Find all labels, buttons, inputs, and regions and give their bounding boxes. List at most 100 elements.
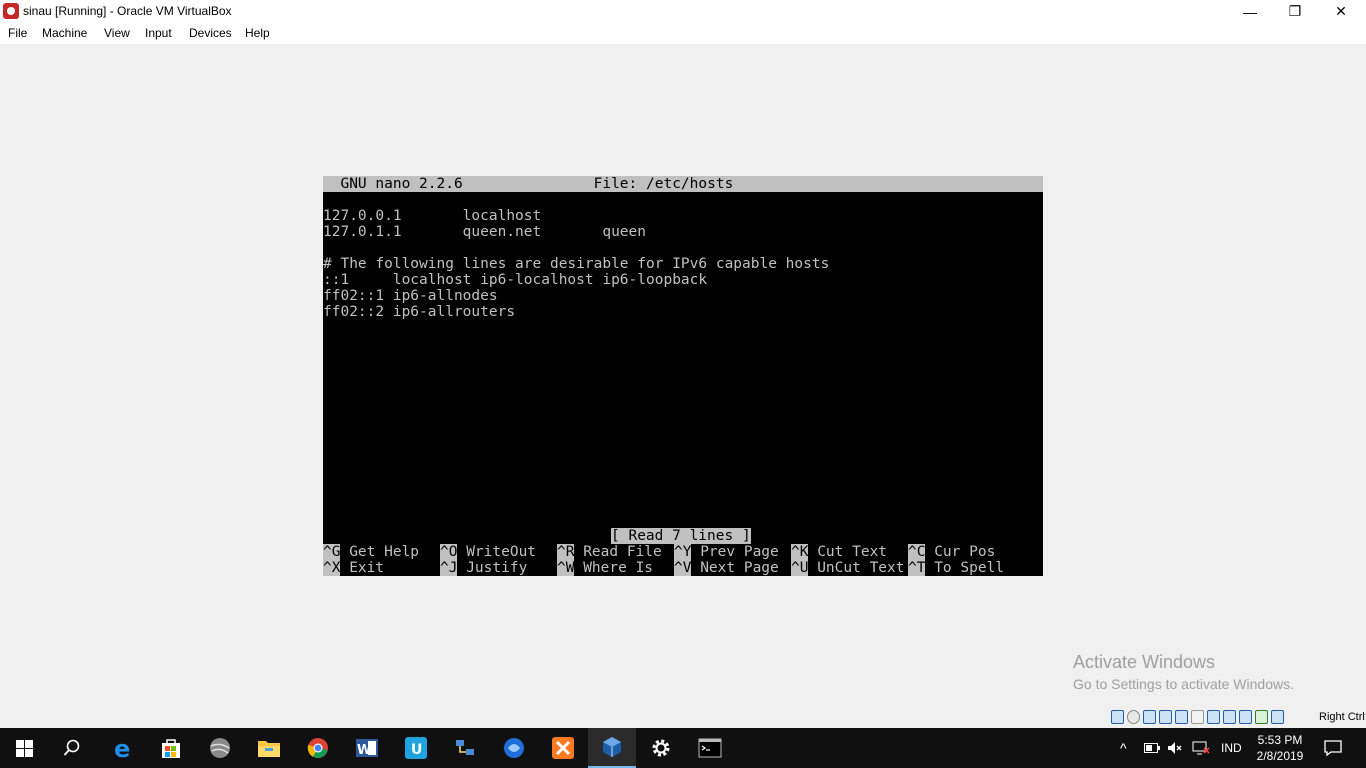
svg-text:U: U	[411, 742, 422, 758]
start-button[interactable]	[0, 728, 48, 768]
svg-text:e: e	[114, 736, 130, 760]
windows-logo-icon	[15, 739, 33, 757]
taskbar-edge[interactable]: e	[99, 728, 147, 768]
window-title: sinau [Running] - Oracle VM VirtualBox	[23, 4, 232, 18]
shortcut-cur-pos: ^C Cur Pos	[908, 544, 996, 560]
file-line: # The following lines are desirable for …	[323, 256, 830, 272]
search-icon	[63, 739, 80, 756]
taskbar-app-8[interactable]: U	[392, 728, 440, 768]
shortcut-uncut-text: ^U UnCut Text	[791, 560, 905, 576]
shortcut-read-file: ^R Read File	[557, 544, 662, 560]
volume-tray[interactable]	[1167, 728, 1183, 768]
close-button[interactable]: ✕	[1318, 0, 1364, 23]
menu-file[interactable]: File	[8, 26, 27, 40]
display-icon[interactable]	[1207, 710, 1220, 724]
taskbar-virtualbox[interactable]	[588, 728, 636, 768]
activate-windows-subtitle: Go to Settings to activate Windows.	[1073, 676, 1294, 692]
mouse-integration-icon[interactable]	[1255, 710, 1268, 724]
chrome-icon	[307, 738, 328, 758]
video-capture-icon[interactable]	[1223, 710, 1236, 724]
xampp-icon	[552, 737, 574, 759]
nano-shortcuts-row-2: ^X Exit ^J Justify ^W Where Is ^V Next P…	[323, 560, 1043, 576]
show-hidden-icons-button[interactable]: ^	[1120, 728, 1127, 768]
search-button[interactable]	[48, 728, 96, 768]
network-app-icon	[456, 740, 474, 755]
virtualbox-icon	[603, 737, 621, 757]
gear-icon	[652, 739, 670, 757]
usb-icon[interactable]	[1175, 710, 1188, 724]
action-center-button[interactable]	[1324, 728, 1342, 768]
chevron-up-icon: ^	[1120, 740, 1127, 756]
hdd-icon[interactable]	[1111, 710, 1124, 724]
taskbar-xampp[interactable]	[539, 728, 587, 768]
shared-folder-icon[interactable]	[1191, 710, 1204, 724]
shortcut-prev-page: ^Y Prev Page	[674, 544, 779, 560]
svg-text:W: W	[357, 743, 371, 758]
file-line	[323, 192, 1043, 208]
nano-shortcuts-row-1: ^G Get Help ^O WriteOut ^R Read File ^Y …	[323, 544, 1043, 560]
activate-windows-title: Activate Windows	[1073, 652, 1216, 672]
taskbar-clock[interactable]: 5:53 PM 2/8/2019	[1252, 732, 1308, 764]
file-line: 127.0.1.1 queen.net queen	[323, 224, 647, 240]
clock-date: 2/8/2019	[1256, 749, 1304, 763]
browser-app-icon	[504, 738, 524, 758]
taskbar-file-explorer[interactable]	[245, 728, 293, 768]
file-line: ff02::2 ip6-allrouters	[323, 304, 516, 320]
vm-status-bar: Right Ctrl	[0, 708, 1366, 728]
network-disconnected-icon	[1192, 741, 1210, 755]
file-line	[323, 240, 1043, 256]
shortcut-justify: ^J Justify	[440, 560, 528, 576]
shortcut-next-page: ^V Next Page	[674, 560, 779, 576]
blue-u-app-icon: U	[405, 737, 427, 759]
vm-screen-terminal[interactable]: GNU nano 2.2.6 File: /etc/hosts 127.0.0.…	[323, 176, 1043, 576]
taskbar-app-10[interactable]	[490, 728, 538, 768]
minimize-button[interactable]: —	[1227, 0, 1273, 23]
taskbar-chrome[interactable]	[294, 728, 342, 768]
virtualbox-app-icon	[3, 3, 19, 19]
shortcut-to-spell: ^T To Spell	[908, 560, 1005, 576]
shortcut-get-help: ^G Get Help	[323, 544, 420, 560]
keyboard-capture-icon[interactable]	[1271, 710, 1284, 724]
word-icon: W	[356, 739, 378, 758]
volume-muted-icon	[1168, 742, 1182, 754]
file-line: ff02::1 ip6-allnodes	[323, 288, 498, 304]
audio-icon[interactable]	[1143, 710, 1156, 724]
store-icon	[162, 739, 180, 758]
host-key-label: Right Ctrl	[1319, 711, 1365, 723]
notification-icon	[1324, 740, 1342, 756]
restore-button[interactable]: ❐	[1272, 0, 1318, 23]
shortcut-where-is: ^W Where Is	[557, 560, 654, 576]
network-tray[interactable]	[1192, 728, 1210, 768]
menu-devices[interactable]: Devices	[189, 26, 232, 40]
globe-app-icon	[210, 738, 230, 758]
battery-icon	[1144, 743, 1160, 753]
menu-machine[interactable]: Machine	[42, 26, 87, 40]
taskbar-word[interactable]: W	[343, 728, 391, 768]
taskbar-store[interactable]	[147, 728, 195, 768]
menu-view[interactable]: View	[104, 26, 130, 40]
file-line: 127.0.0.1 localhost	[323, 208, 542, 224]
optical-disk-icon[interactable]	[1127, 710, 1140, 724]
nano-status-message: [ Read 7 lines ]	[611, 528, 751, 544]
folder-icon	[258, 741, 280, 757]
menu-input[interactable]: Input	[145, 26, 172, 40]
shortcut-writeout: ^O WriteOut	[440, 544, 537, 560]
windows-taskbar: e W U ^ IND 5:53 PM 2/8/2019	[0, 728, 1366, 768]
nano-header-bar: GNU nano 2.2.6 File: /etc/hosts	[323, 176, 1043, 192]
taskbar-terminal[interactable]	[686, 728, 734, 768]
battery-tray[interactable]	[1144, 728, 1160, 768]
taskbar-app-9[interactable]	[441, 728, 489, 768]
input-language-indicator[interactable]: IND	[1221, 728, 1242, 768]
taskbar-settings[interactable]	[637, 728, 685, 768]
clock-time: 5:53 PM	[1257, 733, 1303, 747]
file-line: ::1 localhost ip6-localhost ip6-loopback	[323, 272, 708, 288]
shortcut-cut-text: ^K Cut Text	[791, 544, 888, 560]
edge-icon: e	[114, 736, 130, 760]
terminal-icon	[698, 738, 722, 758]
network-icon[interactable]	[1159, 710, 1172, 724]
window-titlebar: sinau [Running] - Oracle VM VirtualBox —…	[0, 0, 1366, 23]
menu-help[interactable]: Help	[245, 26, 270, 40]
menu-bar: File Machine View Input Devices Help	[0, 23, 1366, 44]
cpu-icon[interactable]	[1239, 710, 1252, 724]
taskbar-app-4[interactable]	[196, 728, 244, 768]
